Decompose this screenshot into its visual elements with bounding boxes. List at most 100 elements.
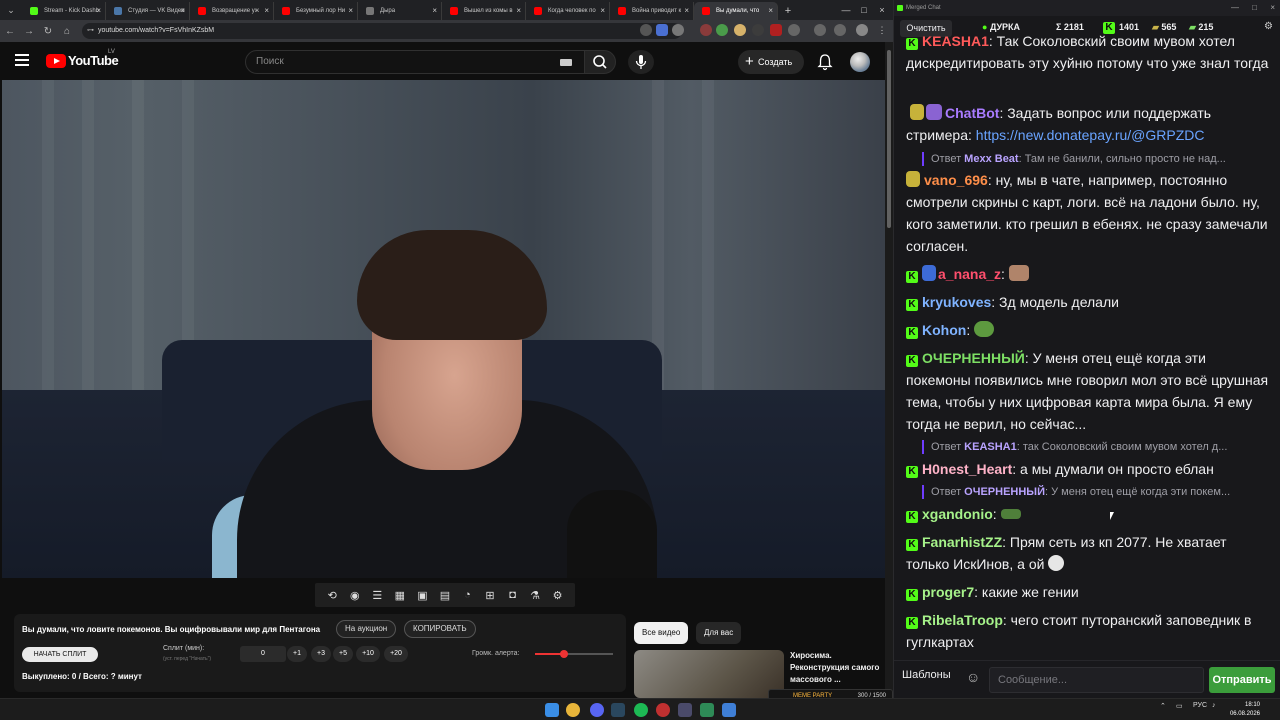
chat-username[interactable]: Kohon	[922, 322, 966, 338]
caption-icon[interactable]: ⊞	[481, 589, 499, 602]
close-icon[interactable]: ×	[180, 2, 185, 20]
zoom-icon[interactable]	[640, 24, 652, 36]
chat-username[interactable]: ОЧЕРНЕННЫЙ	[922, 350, 1025, 366]
extension-1-icon[interactable]	[700, 24, 712, 36]
tab-dyra[interactable]: Дыра ×	[358, 2, 442, 20]
donate-link[interactable]: https://new.donatepay.ru/@GRPZDC	[976, 127, 1205, 143]
miniplayer-icon[interactable]: ▤	[436, 589, 454, 602]
search-button[interactable]	[584, 50, 616, 74]
chat-username[interactable]: xgandonio	[922, 506, 993, 522]
extension-2-icon[interactable]	[716, 24, 728, 36]
chat-settings-icon[interactable]: ⚙	[1264, 21, 1273, 32]
extension-3-icon[interactable]	[734, 24, 746, 36]
new-tab-plus-icon[interactable]: +	[778, 2, 798, 20]
url-field[interactable]: ⊶ youtube.com/watch?v=FsVhInKZsbM	[82, 23, 682, 39]
extensions-puzzle-icon[interactable]	[788, 24, 800, 36]
pip-icon[interactable]: ▣	[413, 589, 431, 602]
copy-button[interactable]: КОПИРОВАТЬ	[404, 620, 476, 638]
language-indicator[interactable]: РУС	[1193, 702, 1207, 709]
gear-icon[interactable]: ⚙	[549, 589, 567, 602]
create-button[interactable]: + Создать	[738, 50, 804, 74]
browser-menu-icon[interactable]: ⋮	[876, 24, 888, 36]
forward-icon[interactable]: →	[20, 22, 38, 40]
tray-chevron-icon[interactable]: ⌃	[1160, 702, 1166, 710]
loop-icon[interactable]: ⟲	[323, 589, 341, 602]
reply-preview[interactable]: Ответ ОЧЕРНЕННЫЙ: У меня отец ещё когда …	[922, 485, 1262, 499]
chat-username[interactable]: ChatBot	[945, 105, 999, 121]
chat-username[interactable]: a_nana_z	[938, 266, 1001, 282]
minimize-icon[interactable]: —	[1231, 0, 1239, 16]
extension-5-icon[interactable]	[770, 24, 782, 36]
discord-icon[interactable]	[590, 703, 604, 717]
tab-youtube-active[interactable]: Вы думали, что ×	[694, 2, 778, 20]
tab-search-icon[interactable]: ⌄	[0, 0, 22, 20]
chat-username[interactable]: H0nest_Heart	[922, 461, 1012, 477]
keyboard-icon[interactable]	[560, 59, 572, 66]
site-info-icon[interactable]: ⊶	[87, 23, 94, 39]
start-split-button[interactable]: НАЧАТЬ СПЛИТ	[22, 647, 98, 662]
app-red-icon[interactable]	[656, 703, 670, 717]
tab-youtube-3[interactable]: Вышел из комы в ×	[442, 2, 526, 20]
download-icon[interactable]	[814, 24, 826, 36]
plus-3-button[interactable]: +3	[311, 646, 331, 662]
recommendation-thumbnail[interactable]	[634, 650, 784, 698]
playlist-icon[interactable]: ☰	[368, 589, 386, 602]
tab-youtube-2[interactable]: Безумный лор Ни ×	[274, 2, 358, 20]
translate-icon[interactable]	[656, 24, 668, 36]
split-minutes-input[interactable]: 0	[240, 646, 286, 662]
steam-icon[interactable]	[611, 703, 625, 717]
plus-20-button[interactable]: +20	[384, 646, 408, 662]
chat-username[interactable]: kryukoves	[922, 294, 991, 310]
menu-icon[interactable]	[15, 54, 31, 68]
tab-youtube-4[interactable]: Когда человек по ×	[526, 2, 610, 20]
close-icon[interactable]: ×	[96, 2, 101, 20]
recommendation-title[interactable]: Хиросима. Реконструкция самого массового…	[790, 650, 882, 686]
speed-icon[interactable]: ◔	[458, 589, 476, 601]
avatar[interactable]	[850, 52, 870, 72]
app-blue-icon[interactable]	[722, 703, 736, 717]
close-icon[interactable]: ×	[432, 2, 437, 20]
notifications-bell-icon[interactable]	[816, 53, 834, 71]
clapper-icon[interactable]: ▦	[391, 589, 409, 602]
flask-icon[interactable]: ⚗	[526, 589, 544, 602]
plus-10-button[interactable]: +10	[356, 646, 380, 662]
window-close-icon[interactable]: ×	[873, 0, 891, 20]
volume-icon[interactable]: ♪	[1212, 702, 1216, 709]
windows-start-icon[interactable]	[545, 703, 559, 717]
home-icon[interactable]: ⌂	[58, 22, 76, 40]
chat-message-input[interactable]: Сообщение...	[989, 667, 1204, 693]
minimize-icon[interactable]: —	[837, 0, 855, 20]
clock[interactable]: 18:10 06.08.2026	[1226, 701, 1260, 719]
reload-icon[interactable]: ↻	[39, 22, 57, 40]
alert-volume-knob[interactable]	[559, 650, 568, 658]
tab-all-videos[interactable]: Все видео	[634, 622, 689, 644]
close-icon[interactable]: ×	[684, 2, 689, 20]
chrome-icon[interactable]	[566, 703, 580, 717]
emoji-icon[interactable]: ☺	[966, 669, 980, 685]
chat-username[interactable]: vano_696	[924, 172, 988, 188]
window-close-icon[interactable]: ×	[1270, 0, 1275, 16]
close-icon[interactable]: ×	[516, 2, 521, 20]
app-green-icon[interactable]	[700, 703, 714, 717]
chat-message-list[interactable]: K KEASHA1: Так Соколовский своим мувом хо…	[894, 34, 1280, 658]
plus-1-button[interactable]: +1	[287, 646, 307, 662]
profile-icon[interactable]	[856, 24, 868, 36]
reply-preview[interactable]: Ответ Mexx Beat: Там не банили, сильно п…	[922, 152, 1262, 166]
alert-volume-slider[interactable]	[535, 650, 613, 658]
close-icon[interactable]: ×	[264, 2, 269, 20]
maximize-icon[interactable]: □	[1252, 0, 1257, 16]
broadcast-icon[interactable]: ◉	[346, 589, 364, 602]
tab-for-you[interactable]: Для вас	[696, 622, 742, 644]
chat-username[interactable]: RibelaTroop	[922, 612, 1003, 628]
network-icon[interactable]: ▭	[1176, 702, 1183, 710]
tab-youtube-1[interactable]: Возвращение уж ×	[190, 2, 274, 20]
extension-4-icon[interactable]	[752, 24, 764, 36]
tab-kick-dashboard[interactable]: Stream - Kick Dashb ×	[22, 2, 106, 20]
auction-button[interactable]: На аукцион	[336, 620, 397, 638]
close-icon[interactable]: ×	[348, 2, 353, 20]
back-icon[interactable]: ←	[1, 22, 19, 40]
camera-icon[interactable]: ◘	[504, 589, 522, 601]
tab-vk-studio[interactable]: Студия — VK Видео ×	[106, 2, 190, 20]
templates-button[interactable]: Шаблоны	[902, 669, 951, 681]
plus-5-button[interactable]: +5	[333, 646, 353, 662]
